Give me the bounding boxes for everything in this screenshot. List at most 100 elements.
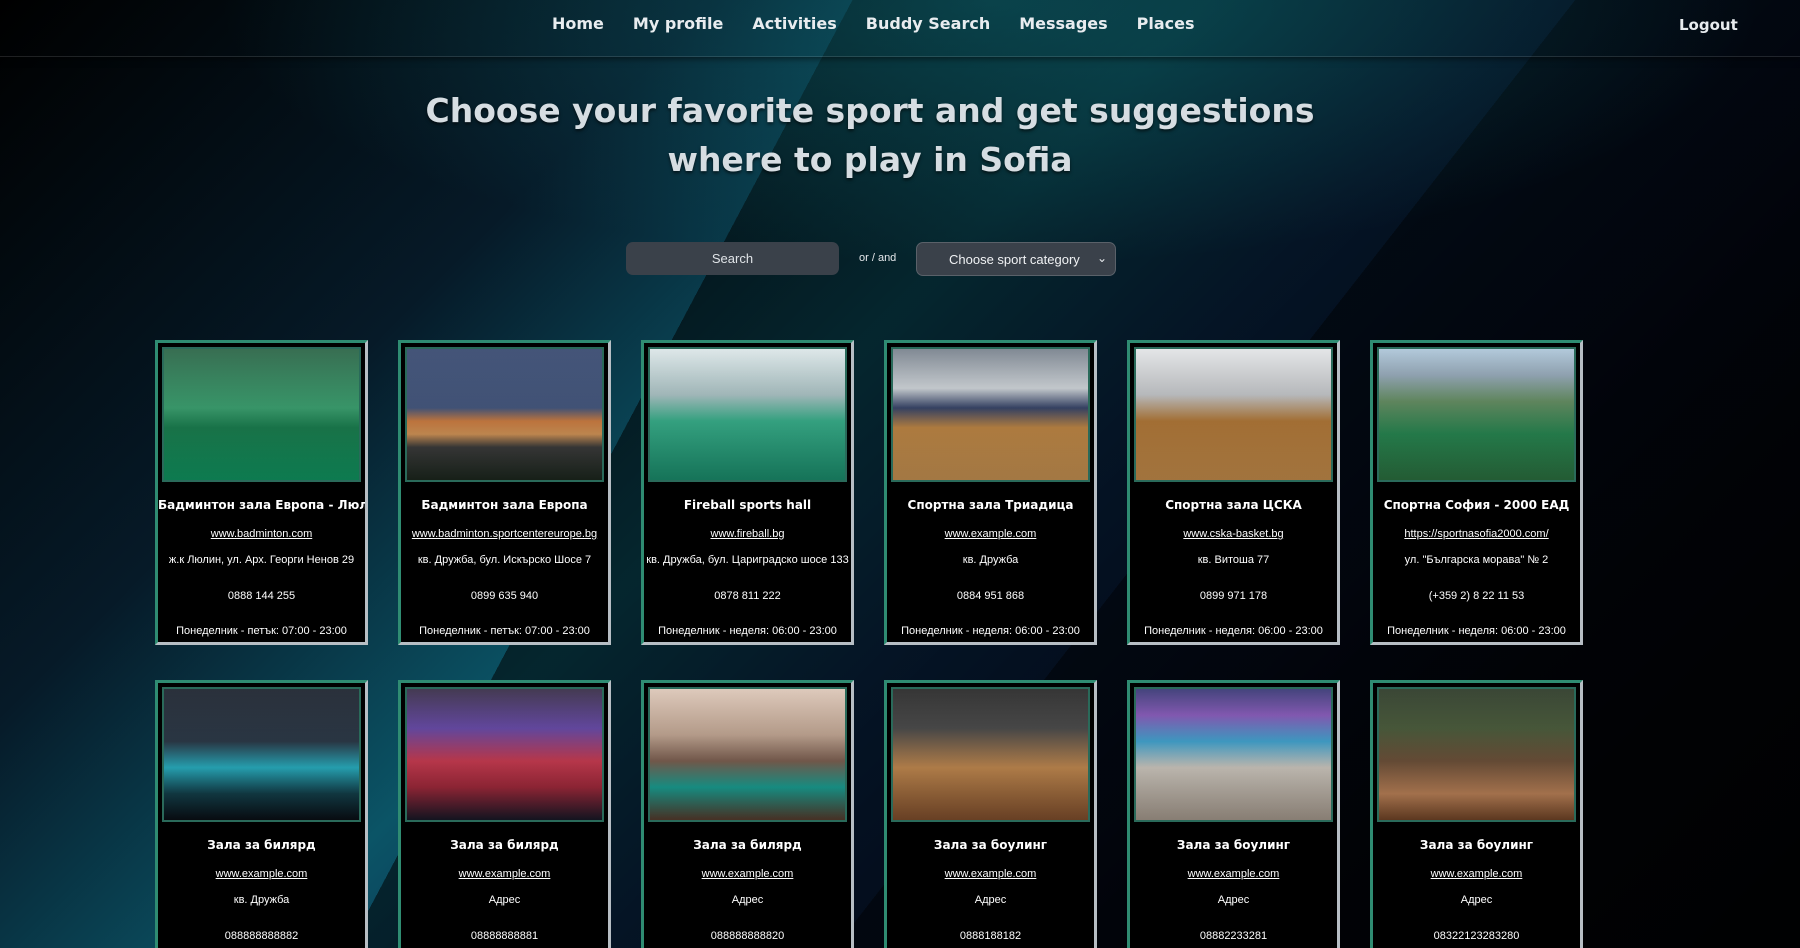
place-card[interactable]: Бадминтон зала Европа www.badminton.sport… bbox=[398, 340, 611, 645]
place-phone: (+359 2) 8 22 11 53 bbox=[1428, 590, 1525, 602]
place-phone: 088888888820 bbox=[710, 930, 785, 942]
sport-category-selected: Choose sport category bbox=[949, 252, 1080, 267]
place-card[interactable]: Бадминтон зала Европа - Люлин www.badmint… bbox=[155, 340, 368, 645]
place-image-shade bbox=[1136, 349, 1331, 480]
place-address: ул. "Българска морава" № 2 bbox=[1404, 554, 1549, 566]
place-card[interactable]: Спортна София - 2000 ЕАД https://sportnas… bbox=[1370, 340, 1583, 645]
place-phone: 08882233281 bbox=[1199, 930, 1268, 942]
place-website-link[interactable]: www.example.com bbox=[887, 868, 1094, 880]
place-address: кв. Дружба, бул. Цариградско шосе 133 bbox=[646, 554, 849, 566]
place-image-shade bbox=[164, 689, 359, 820]
place-phone: 08888888881 bbox=[470, 930, 539, 942]
nav-places[interactable]: Places bbox=[1137, 14, 1195, 33]
place-address: Адрес bbox=[488, 894, 521, 906]
sport-category-select[interactable]: Choose sport category ⌄ bbox=[916, 242, 1116, 276]
place-phone: 08322123283280 bbox=[1433, 930, 1520, 942]
place-title: Зала за билярд bbox=[693, 838, 802, 852]
place-phone: 088888888882 bbox=[224, 930, 299, 942]
place-card[interactable]: Зала за боулинг www.example.com Адрес 08322… bbox=[1370, 680, 1583, 948]
place-website-link[interactable]: www.example.com bbox=[644, 868, 851, 880]
chevron-down-icon: ⌄ bbox=[1096, 251, 1107, 265]
place-image-shade bbox=[650, 349, 845, 480]
place-card[interactable]: Зала за билярд www.example.com Адрес 088888… bbox=[398, 680, 611, 948]
place-image-shade bbox=[650, 689, 845, 820]
place-image bbox=[891, 687, 1090, 822]
place-image bbox=[405, 347, 604, 482]
place-hours: Понеделник - петък: 07:00 - 23:00 bbox=[176, 625, 347, 637]
search-input[interactable] bbox=[626, 242, 839, 275]
place-title: Fireball sports hall bbox=[683, 498, 812, 512]
place-website-link[interactable]: www.example.com bbox=[158, 868, 365, 880]
place-image bbox=[1134, 347, 1333, 482]
place-address: Адрес bbox=[1217, 894, 1250, 906]
place-card[interactable]: Зала за боулинг www.example.com Адрес 08882… bbox=[1127, 680, 1340, 948]
place-image-shade bbox=[893, 349, 1088, 480]
place-card[interactable]: Зала за билярд www.example.com Адрес 088888… bbox=[641, 680, 854, 948]
page-title: Choose your favorite sport and get sugge… bbox=[425, 91, 1315, 179]
place-card[interactable]: Спортна зала ЦСКА www.cska-basket.bg кв. В… bbox=[1127, 340, 1340, 645]
place-image-shade bbox=[893, 689, 1088, 820]
place-website-link[interactable]: www.example.com bbox=[1130, 868, 1337, 880]
place-website-link[interactable]: www.example.com bbox=[887, 528, 1094, 540]
place-website-link[interactable]: www.cska-basket.bg bbox=[1130, 528, 1337, 540]
place-image-shade bbox=[1379, 349, 1574, 480]
place-phone: 0899 635 940 bbox=[470, 590, 539, 602]
place-address: Адрес bbox=[731, 894, 764, 906]
place-card[interactable]: Fireball sports hall www.fireball.bg кв. Д… bbox=[641, 340, 854, 645]
place-phone: 0888 144 255 bbox=[227, 590, 296, 602]
place-website-link[interactable]: www.badminton.sportcentereurope.bg bbox=[401, 528, 608, 540]
place-hours: Понеделник - неделя: 06:00 - 23:00 bbox=[1144, 625, 1323, 637]
place-title: Спортна София - 2000 ЕАД bbox=[1383, 498, 1570, 512]
place-image-shade bbox=[407, 689, 602, 820]
place-address: кв. Дружба bbox=[233, 894, 290, 906]
place-title: Зала за боулинг bbox=[1419, 838, 1534, 852]
place-hours: Понеделник - неделя: 06:00 - 23:00 bbox=[1387, 625, 1566, 637]
place-phone: 0878 811 222 bbox=[714, 590, 781, 602]
place-title: Бадминтон зала Европа - Люлин bbox=[158, 498, 368, 512]
place-image bbox=[648, 687, 847, 822]
place-phone: 0899 971 178 bbox=[1199, 590, 1268, 602]
place-image-shade bbox=[164, 349, 359, 480]
place-title: Зала за боулинг bbox=[1176, 838, 1291, 852]
place-hours: Понеделник - петък: 07:00 - 23:00 bbox=[419, 625, 590, 637]
place-title: Зала за билярд bbox=[450, 838, 559, 852]
place-image bbox=[648, 347, 847, 482]
place-phone: 0888188182 bbox=[959, 930, 1022, 942]
place-image bbox=[162, 347, 361, 482]
nav-my-profile[interactable]: My profile bbox=[633, 14, 723, 33]
place-phone: 0884 951 868 bbox=[956, 590, 1025, 602]
nav-buddy-search[interactable]: Buddy Search bbox=[866, 14, 990, 33]
place-website-link[interactable]: https://sportnasofia2000.com/ bbox=[1373, 528, 1580, 540]
place-hours: Понеделник - неделя: 06:00 - 23:00 bbox=[901, 625, 1080, 637]
place-title: Бадминтон зала Европа bbox=[421, 498, 588, 512]
place-address: кв. Витоша 77 bbox=[1197, 554, 1270, 566]
place-hours: Понеделник - неделя: 06:00 - 23:00 bbox=[658, 625, 837, 637]
place-image bbox=[405, 687, 604, 822]
place-title: Спортна зала Триадица bbox=[907, 498, 1074, 512]
place-address: ж.к Люлин, ул. Арх. Георги Ненов 29 bbox=[168, 554, 355, 566]
place-address: кв. Дружба bbox=[962, 554, 1019, 566]
place-card[interactable]: Зала за боулинг www.example.com Адрес 08881… bbox=[884, 680, 1097, 948]
place-image bbox=[1377, 687, 1576, 822]
place-website-link[interactable]: www.badminton.com bbox=[158, 528, 365, 540]
place-card[interactable]: Спортна зала Триадица www.example.com кв. … bbox=[884, 340, 1097, 645]
logout-link[interactable]: Logout bbox=[1679, 16, 1738, 34]
nav-activities[interactable]: Activities bbox=[752, 14, 836, 33]
place-image bbox=[1134, 687, 1333, 822]
place-website-link[interactable]: www.example.com bbox=[1373, 868, 1580, 880]
place-card[interactable]: Зала за билярд www.example.com кв. Дружба 0… bbox=[155, 680, 368, 948]
place-address: Адрес bbox=[1460, 894, 1493, 906]
nav-home[interactable]: Home bbox=[552, 14, 604, 33]
nav-messages[interactable]: Messages bbox=[1019, 14, 1107, 33]
place-title: Спортна зала ЦСКА bbox=[1165, 498, 1302, 512]
or-and-label: or / and bbox=[859, 252, 897, 264]
place-website-link[interactable]: www.fireball.bg bbox=[644, 528, 851, 540]
place-image bbox=[1377, 347, 1576, 482]
place-image bbox=[162, 687, 361, 822]
place-website-link[interactable]: www.example.com bbox=[401, 868, 608, 880]
place-address: Адрес bbox=[974, 894, 1007, 906]
place-title: Зала за боулинг bbox=[933, 838, 1048, 852]
place-title: Зала за билярд bbox=[207, 838, 316, 852]
place-image-shade bbox=[1379, 689, 1574, 820]
page: Home My profile Activities Buddy Search … bbox=[0, 0, 1800, 948]
